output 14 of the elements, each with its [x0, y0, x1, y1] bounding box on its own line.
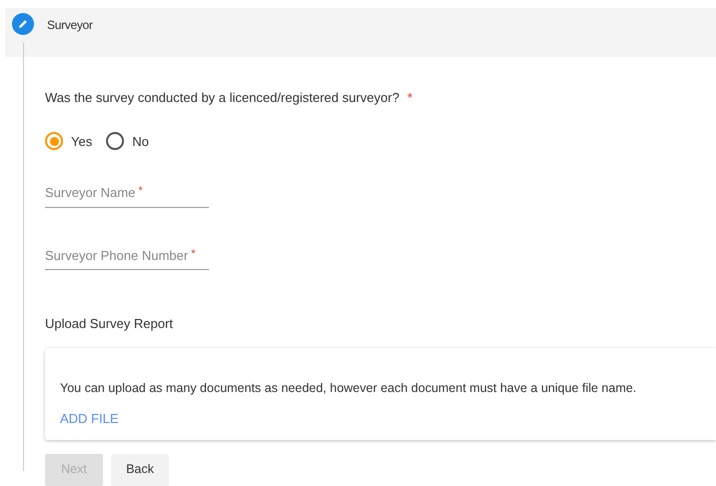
input-field[interactable]: Surveyor Name * [45, 183, 209, 208]
required-mark: * [407, 89, 412, 107]
radio-button[interactable] [106, 132, 124, 150]
radio-button[interactable] [45, 132, 63, 150]
form-button[interactable]: Back [111, 454, 169, 486]
upload-label: Upload Survey Report [45, 315, 173, 333]
add-file-link[interactable]: ADD FILE [60, 409, 119, 429]
radio-option[interactable]: No [106, 132, 149, 151]
question-label: Was the survey conducted by a licenced/registered surveyor? [45, 89, 400, 107]
radio-option[interactable]: Yes [45, 132, 92, 151]
pencil-icon [12, 13, 34, 35]
upload-note: You can upload as many documents as needed, however each document must have a unique file name. [60, 380, 636, 397]
step-title: Surveyor [47, 17, 93, 34]
input-field[interactable]: Surveyor Phone Number * [45, 246, 209, 270]
